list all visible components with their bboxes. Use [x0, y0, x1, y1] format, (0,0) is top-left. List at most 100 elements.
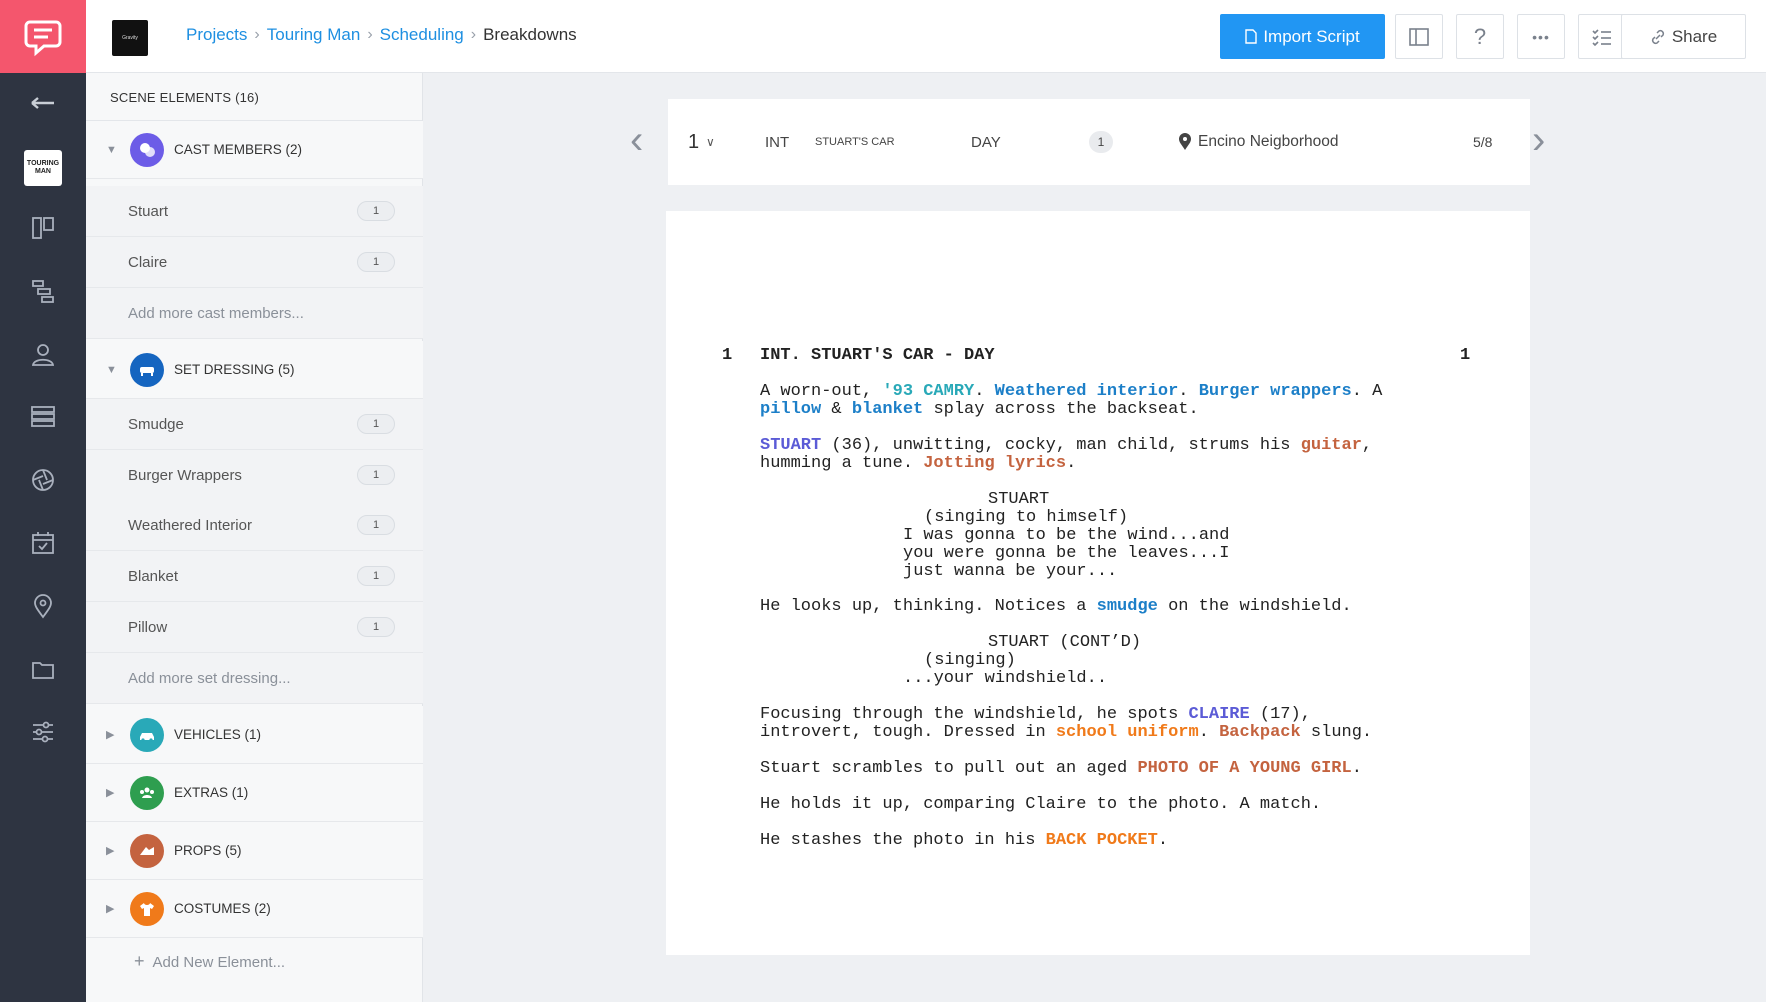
tagged-prop[interactable]: Backpack	[1219, 723, 1301, 742]
element-row[interactable]: Pillow 1	[86, 602, 423, 653]
tagged-set-dressing[interactable]: pillow	[760, 400, 821, 419]
caret-right-icon[interactable]: ▶	[106, 902, 130, 915]
tagged-set-dressing[interactable]: smudge	[1097, 597, 1158, 616]
element-name: Pillow	[128, 618, 168, 636]
chevron-down-icon[interactable]: ∨	[706, 135, 715, 149]
script-text: humming a tune.	[760, 454, 924, 473]
action-line: Focusing through the windshield, he spot…	[760, 705, 1311, 724]
element-count: 1	[357, 201, 395, 221]
org-logo[interactable]: Gravity	[112, 20, 148, 56]
script-text: A worn-out,	[760, 382, 883, 401]
tagged-vehicle[interactable]: '93 CAMRY	[882, 382, 974, 401]
sofa-icon	[130, 352, 164, 387]
add-cast-input[interactable]: Add more cast members...	[86, 288, 423, 339]
project-thumb-text: TOURING MAN	[24, 150, 62, 186]
more-options-button[interactable]: •••	[1517, 14, 1565, 59]
toggle-panel-button[interactable]	[1395, 14, 1443, 59]
caret-down-icon[interactable]: ▼	[106, 144, 130, 156]
storyboard-icon[interactable]	[0, 208, 86, 248]
script-text: .	[1198, 723, 1220, 742]
contacts-icon[interactable]	[0, 334, 86, 374]
next-scene-button[interactable]: ›	[1532, 118, 1545, 163]
script-page: 1 INT. STUART'S CAR - DAY 1 A worn-out, …	[666, 211, 1530, 955]
stripboard-icon[interactable]	[0, 397, 86, 437]
shot-list-icon[interactable]	[0, 460, 86, 500]
dialogue-line: you were gonna be the leaves...I	[903, 544, 1230, 563]
tagged-cast[interactable]: CLAIRE	[1188, 705, 1249, 724]
breadcrumb-projects[interactable]: Projects	[186, 25, 247, 45]
back-arrow-icon[interactable]	[0, 83, 86, 123]
element-row[interactable]: Smudge 1	[86, 399, 423, 450]
script-text: .	[1351, 759, 1362, 778]
project-thumbnail[interactable]: TOURING MAN	[0, 148, 86, 188]
tagged-costume[interactable]: BACK POCKET	[1046, 831, 1158, 850]
category-props[interactable]: ▶ PROPS (5)	[86, 822, 423, 880]
add-new-element-button[interactable]: + Add New Element...	[134, 951, 285, 972]
breadcrumb-project[interactable]: Touring Man	[267, 25, 361, 45]
tagged-cast[interactable]: STUART	[760, 436, 821, 455]
folder-icon[interactable]	[0, 649, 86, 689]
schedule-icon[interactable]	[0, 271, 86, 311]
element-row[interactable]: Weathered Interior 1	[86, 500, 423, 551]
chevron-right-icon: ›	[254, 26, 260, 43]
category-costumes[interactable]: ▶ COSTUMES (2)	[86, 880, 423, 938]
category-vehicles[interactable]: ▶ VEHICLES (1)	[86, 706, 423, 764]
caret-down-icon[interactable]: ▼	[106, 364, 130, 376]
category-set-dressing[interactable]: ▼ SET DRESSING (5)	[86, 341, 423, 399]
script-text: . A	[1351, 382, 1383, 401]
caret-right-icon[interactable]: ▶	[106, 844, 130, 857]
dialogue-line: ...your windshield..	[903, 669, 1108, 688]
link-icon	[1651, 29, 1664, 44]
settings-sliders-icon[interactable]	[0, 712, 86, 752]
category-label: COSTUMES (2)	[174, 901, 271, 916]
import-script-button[interactable]: Import Script	[1220, 14, 1385, 59]
caret-right-icon[interactable]: ▶	[106, 786, 130, 799]
previous-scene-button[interactable]: ‹	[630, 118, 643, 163]
category-cast-members[interactable]: ▼ CAST MEMBERS (2)	[86, 121, 423, 179]
checklist-button[interactable]	[1578, 14, 1626, 59]
action-line: humming a tune. Jotting lyrics.	[760, 454, 1076, 473]
add-set-dressing-input[interactable]: Add more set dressing...	[86, 653, 423, 704]
parenthetical: (singing to himself)	[924, 508, 1129, 527]
scene-elements-panel: SCENE ELEMENTS (16) ▼ CAST MEMBERS (2) S…	[86, 73, 423, 1002]
script-text: He looks up, thinking. Notices a	[760, 597, 1097, 616]
character-cue: STUART	[988, 490, 1050, 509]
action-line: He looks up, thinking. Notices a smudge …	[760, 597, 1352, 616]
caret-right-icon[interactable]: ▶	[106, 728, 130, 741]
scene-heading: INT. STUART'S CAR - DAY	[760, 346, 995, 365]
scene-number-select[interactable]: 1	[688, 131, 699, 154]
location-pin-icon[interactable]	[0, 586, 86, 626]
help-button[interactable]: ?	[1456, 14, 1504, 59]
tagged-prop[interactable]: Jotting lyrics	[923, 454, 1066, 473]
script-text: .	[1157, 831, 1169, 850]
document-icon	[1245, 29, 1258, 44]
tagged-set-dressing[interactable]: blanket	[852, 400, 923, 419]
tagged-set-dressing[interactable]: Burger wrappers	[1199, 382, 1352, 401]
share-button[interactable]: Share	[1621, 14, 1746, 59]
set-name: STUART'S CAR	[815, 136, 895, 148]
app-logo[interactable]	[0, 0, 86, 73]
tagged-prop[interactable]: guitar	[1301, 436, 1362, 455]
element-count: 1	[357, 414, 395, 434]
script-text: on the windshield.	[1157, 597, 1352, 616]
script-text: .	[974, 382, 995, 401]
calendar-icon[interactable]	[0, 523, 86, 563]
action-line: He holds it up, comparing Claire to the …	[760, 795, 1322, 814]
group-people-icon	[130, 775, 164, 810]
breadcrumb-scheduling[interactable]: Scheduling	[380, 25, 464, 45]
script-text: .	[1178, 382, 1199, 401]
element-row[interactable]: Claire 1	[86, 237, 423, 288]
action-line: introvert, tough. Dressed in school unif…	[760, 723, 1372, 742]
element-row[interactable]: Burger Wrappers 1	[86, 450, 423, 501]
ellipsis-icon: •••	[1532, 28, 1550, 45]
category-extras[interactable]: ▶ EXTRAS (1)	[86, 764, 423, 822]
element-count: 1	[357, 617, 395, 637]
element-row[interactable]: Stuart 1	[86, 186, 423, 237]
tagged-prop[interactable]: PHOTO OF A YOUNG GIRL	[1137, 759, 1351, 778]
element-row[interactable]: Blanket 1	[86, 551, 423, 602]
panel-layout-icon	[1409, 27, 1429, 46]
tagged-costume[interactable]: school uniform	[1056, 723, 1199, 742]
category-label: EXTRAS (1)	[174, 785, 249, 800]
tagged-set-dressing[interactable]: Weathered interior	[995, 382, 1179, 401]
question-mark-icon: ?	[1473, 23, 1487, 49]
